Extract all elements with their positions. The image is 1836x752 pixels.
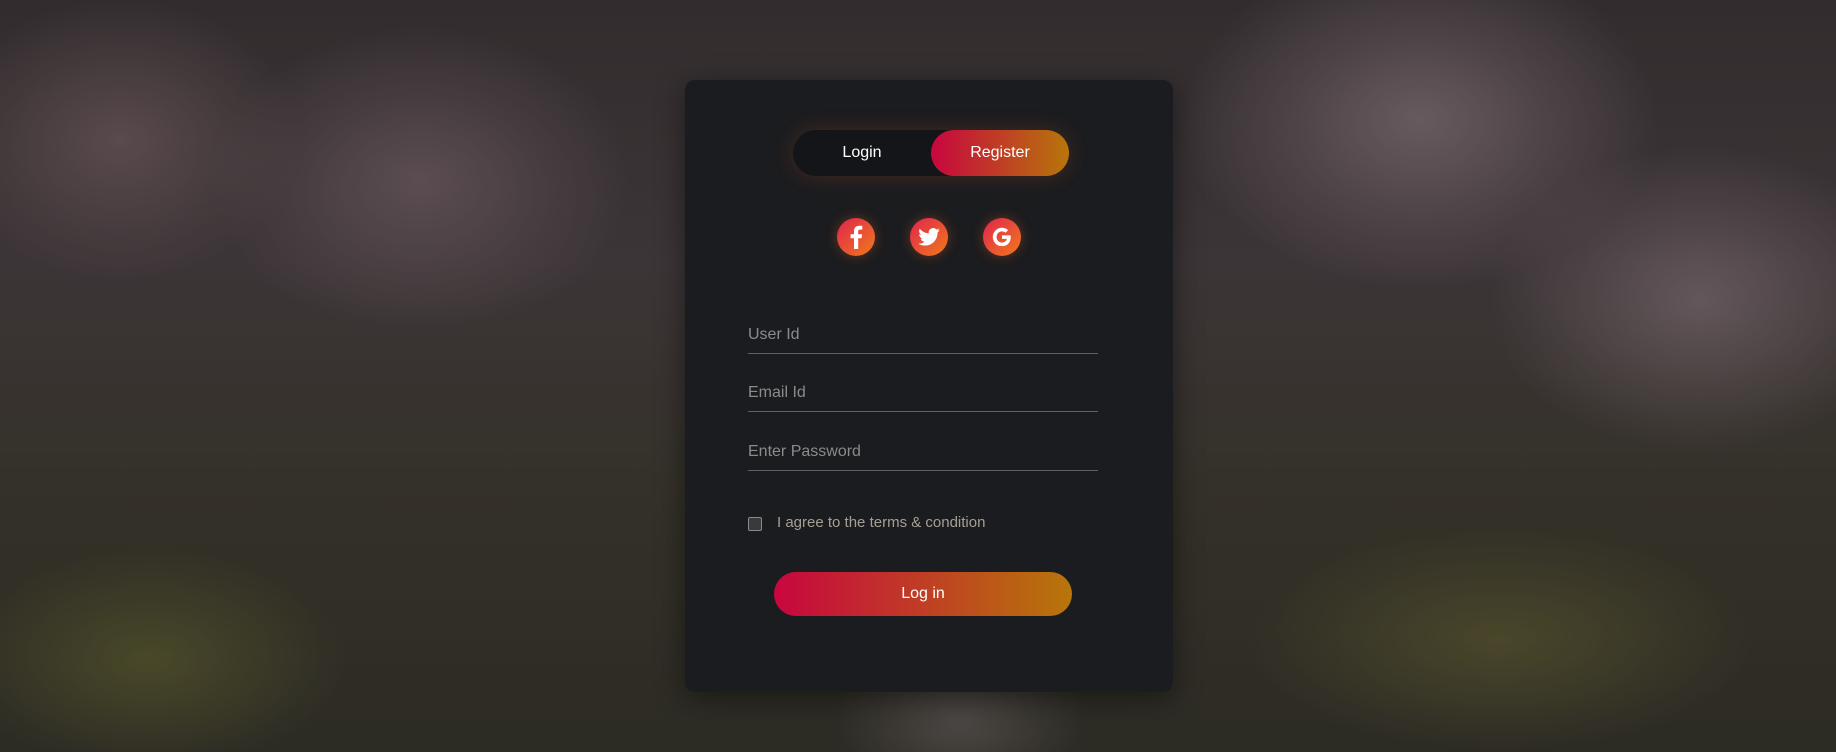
terms-checkbox[interactable] <box>748 517 762 531</box>
twitter-button[interactable] <box>910 218 948 256</box>
password-input[interactable] <box>748 434 1098 471</box>
twitter-icon <box>918 228 940 246</box>
auth-card: Login Register I agree to the terms & <box>685 80 1173 692</box>
google-icon <box>992 227 1011 247</box>
tab-login[interactable]: Login <box>793 130 931 176</box>
terms-row: I agree to the terms & condition <box>748 512 1148 534</box>
social-login-group <box>685 218 1173 256</box>
tab-register[interactable]: Register <box>931 130 1069 176</box>
google-button[interactable] <box>983 218 1021 256</box>
facebook-icon <box>850 225 863 249</box>
auth-toggle: Login Register <box>793 130 1069 176</box>
login-submit-button[interactable]: Log in <box>774 572 1072 616</box>
facebook-button[interactable] <box>837 218 875 256</box>
email-input[interactable] <box>748 375 1098 412</box>
terms-label: I agree to the terms & condition <box>777 514 986 531</box>
user-id-input[interactable] <box>748 317 1098 354</box>
